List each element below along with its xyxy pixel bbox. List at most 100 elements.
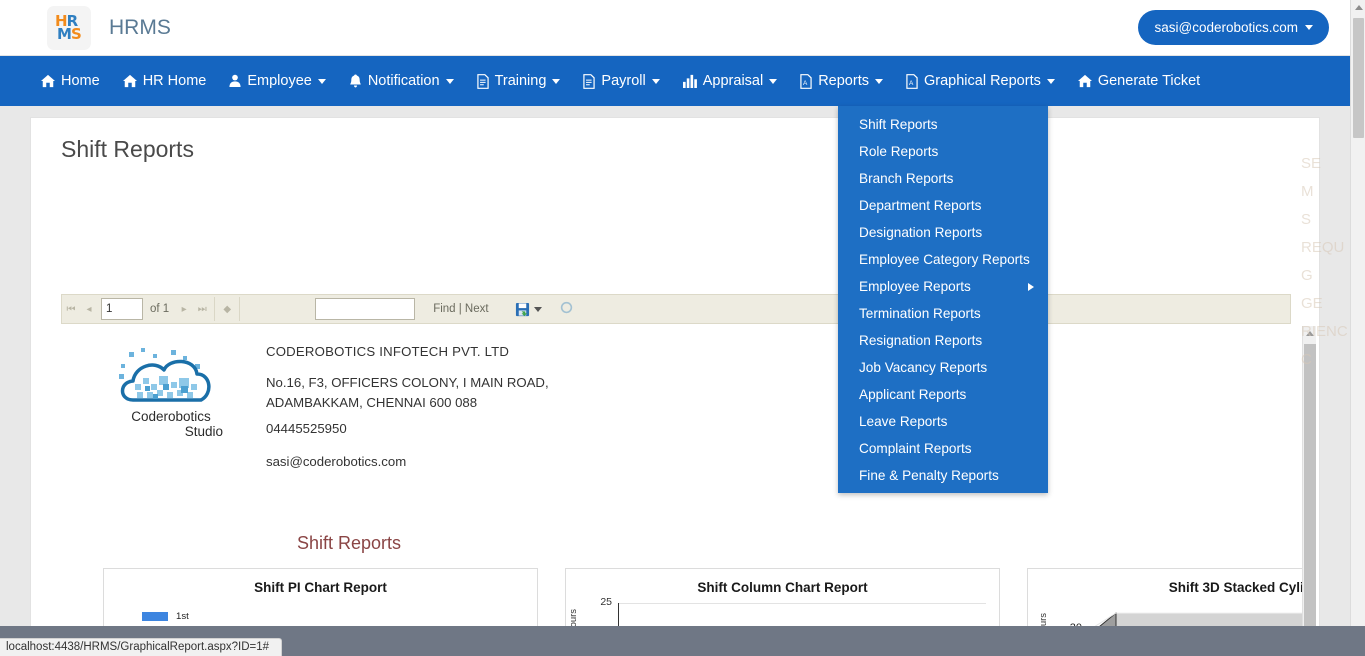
app-root: HR MS HRMS sasi@coderobotics.com Home HR … xyxy=(0,0,1365,656)
column-chart-panel: Shift Column Chart Report Total Hours 10… xyxy=(565,568,1000,626)
dropdown-item-leave-reports[interactable]: Leave Reports xyxy=(838,408,1048,435)
nav-item-label: Payroll xyxy=(601,73,646,89)
first-page-icon[interactable]: ⏮ xyxy=(62,304,80,315)
find-next-label[interactable]: Find | Next xyxy=(433,303,488,315)
y-axis-line xyxy=(618,603,619,626)
dropdown-item-resignation-reports[interactable]: Resignation Reports xyxy=(838,327,1048,354)
column-chart-ylabel: Total Hours xyxy=(568,609,579,626)
dropdown-item-label: Leave Reports xyxy=(859,414,948,429)
report-subtitle: Shift Reports xyxy=(297,533,402,553)
refresh-icon xyxy=(560,301,572,314)
column-chart-title: Shift Column Chart Report xyxy=(697,580,868,595)
dropdown-item-shift-reports[interactable]: Shift Reports xyxy=(838,111,1048,138)
company-email: sasi@coderobotics.com xyxy=(266,453,407,469)
company-address-line2: ADAMBAKKAM, CHENNAI 600 088 xyxy=(266,395,478,411)
dropdown-item-role-reports[interactable]: Role Reports xyxy=(838,138,1048,165)
dropdown-item-label: Employee Category Reports xyxy=(859,252,1030,267)
user-icon xyxy=(229,74,241,88)
nav-item-label: Employee xyxy=(247,73,312,89)
dropdown-item-label: Designation Reports xyxy=(859,225,983,240)
watermark-line: C xyxy=(1301,351,1312,368)
chevron-down-icon xyxy=(533,306,542,312)
graphical-reports-dropdown: Shift Reports Role Reports Branch Reports D… xyxy=(838,106,1048,493)
watermark-line: G xyxy=(1301,267,1313,284)
dropdown-item-label: Branch Reports xyxy=(859,171,954,186)
export-button[interactable] xyxy=(515,302,542,317)
dropdown-item-department-reports[interactable]: Department Reports xyxy=(838,192,1048,219)
company-phone: 04445525950 xyxy=(266,420,347,436)
dropdown-item-label: Employee Reports xyxy=(859,279,971,294)
dropdown-item-fine-penalty-reports[interactable]: Fine & Penalty Reports xyxy=(838,462,1048,489)
chevron-down-icon xyxy=(552,78,561,84)
watermark-line: REQU xyxy=(1301,239,1345,256)
chart-back-wall xyxy=(1116,613,1314,626)
window-vertical-scrollbar[interactable] xyxy=(1350,0,1365,638)
file-pdf-icon: A xyxy=(906,73,918,89)
toolbar-divider xyxy=(214,297,216,321)
dropdown-item-employee-reports[interactable]: Employee Reports xyxy=(838,273,1048,300)
nav-item-home[interactable]: Home xyxy=(30,67,111,95)
nav-item-appraisal[interactable]: Appraisal xyxy=(672,67,788,95)
dropdown-item-label: Job Vacancy Reports xyxy=(859,360,988,375)
page-number-input[interactable] xyxy=(101,298,143,320)
back-to-parent-icon[interactable]: ◆ xyxy=(218,304,236,315)
company-info: CODEROBOTICS INFOTECH PVT. LTD No.16, F3… xyxy=(266,344,549,469)
find-input[interactable] xyxy=(315,298,416,320)
cylinder-chart-graphic: 10203021 xyxy=(1070,611,1314,626)
dropdown-item-complaint-reports[interactable]: Complaint Reports xyxy=(838,435,1048,462)
page-title: Shift Reports xyxy=(61,136,194,162)
nav-item-payroll[interactable]: Payroll xyxy=(572,67,670,95)
nav-item-label: Appraisal xyxy=(702,73,764,89)
file-icon xyxy=(476,73,489,89)
scroll-up-icon[interactable] xyxy=(1354,5,1363,10)
prev-page-icon[interactable]: ◂ xyxy=(80,304,98,315)
dropdown-item-label: Resignation Reports xyxy=(859,333,983,348)
dropdown-item-label: Termination Reports xyxy=(859,306,981,321)
scrollbar-thumb[interactable] xyxy=(1353,18,1364,138)
report-viewer-toolbar: ⏮ ◂ of 1 ▸ ⏭ ◆ Find | Next xyxy=(61,294,1291,324)
nav-item-graphical-reports[interactable]: A Graphical Reports xyxy=(894,67,1066,95)
dropdown-item-termination-reports[interactable]: Termination Reports xyxy=(838,300,1048,327)
company-header: Coderobotics Studio CODEROBOTICS INFOTEC… xyxy=(111,344,549,469)
next-page-icon[interactable]: ▸ xyxy=(175,304,193,315)
company-logo-text: Coderobotics Studio xyxy=(111,409,231,440)
watermark-line: M xyxy=(1301,183,1314,200)
dropdown-item-employee-category-reports[interactable]: Employee Category Reports xyxy=(838,246,1048,273)
pie-chart-title: Shift PI Chart Report xyxy=(254,580,387,595)
nav-item-reports[interactable]: A Reports xyxy=(789,67,894,95)
nav-item-label: Generate Ticket xyxy=(1097,73,1201,89)
logo-ms-text: MS xyxy=(57,24,82,43)
nav-item-label: Training xyxy=(494,73,547,89)
chevron-down-icon xyxy=(445,78,454,84)
user-email-label: sasi@coderobotics.com xyxy=(1154,20,1298,35)
file-pdf-icon: A xyxy=(800,73,812,89)
dropdown-item-applicant-reports[interactable]: Applicant Reports xyxy=(838,381,1048,408)
report-body: Coderobotics Studio CODEROBOTICS INFOTEC… xyxy=(61,324,1314,626)
nav-item-notification[interactable]: Notification xyxy=(338,67,465,95)
nav-item-employee[interactable]: Employee xyxy=(218,67,336,95)
nav-item-label: HR Home xyxy=(142,73,207,89)
dropdown-item-label: Shift Reports xyxy=(859,117,938,132)
nav-item-training[interactable]: Training xyxy=(466,67,572,95)
nav-item-hr-home[interactable]: HR Home xyxy=(112,67,218,95)
nav-item-generate-ticket[interactable]: Generate Ticket xyxy=(1067,67,1211,95)
cloud-pixel-logo-icon xyxy=(111,344,229,414)
chart-panels: Shift PI Chart Report 1stdummy shiftfirs… xyxy=(103,568,1314,626)
chevron-down-icon xyxy=(317,78,326,84)
dropdown-item-designation-reports[interactable]: Designation Reports xyxy=(838,219,1048,246)
main-navbar: Home HR Home Employee Notification Training P… xyxy=(0,56,1350,106)
gridline xyxy=(618,603,986,604)
refresh-button[interactable] xyxy=(560,301,573,317)
link-preview: localhost:4438/HRMS/GraphicalReport.aspx… xyxy=(0,638,283,656)
home-icon xyxy=(122,74,137,88)
chevron-right-icon xyxy=(1028,283,1034,291)
svg-text:A: A xyxy=(803,80,808,87)
dropdown-item-job-vacancy-reports[interactable]: Job Vacancy Reports xyxy=(838,354,1048,381)
bar-chart-icon xyxy=(682,74,697,88)
legend-swatch xyxy=(142,611,168,621)
dropdown-item-branch-reports[interactable]: Branch Reports xyxy=(838,165,1048,192)
last-page-icon[interactable]: ⏭ xyxy=(193,304,211,315)
cylinder-chart-panel: Shift 3D Stacked Cylind Total Hours 1020… xyxy=(1027,568,1314,626)
top-header: HR MS HRMS sasi@coderobotics.com xyxy=(0,0,1350,56)
user-account-button[interactable]: sasi@coderobotics.com xyxy=(1138,10,1329,45)
